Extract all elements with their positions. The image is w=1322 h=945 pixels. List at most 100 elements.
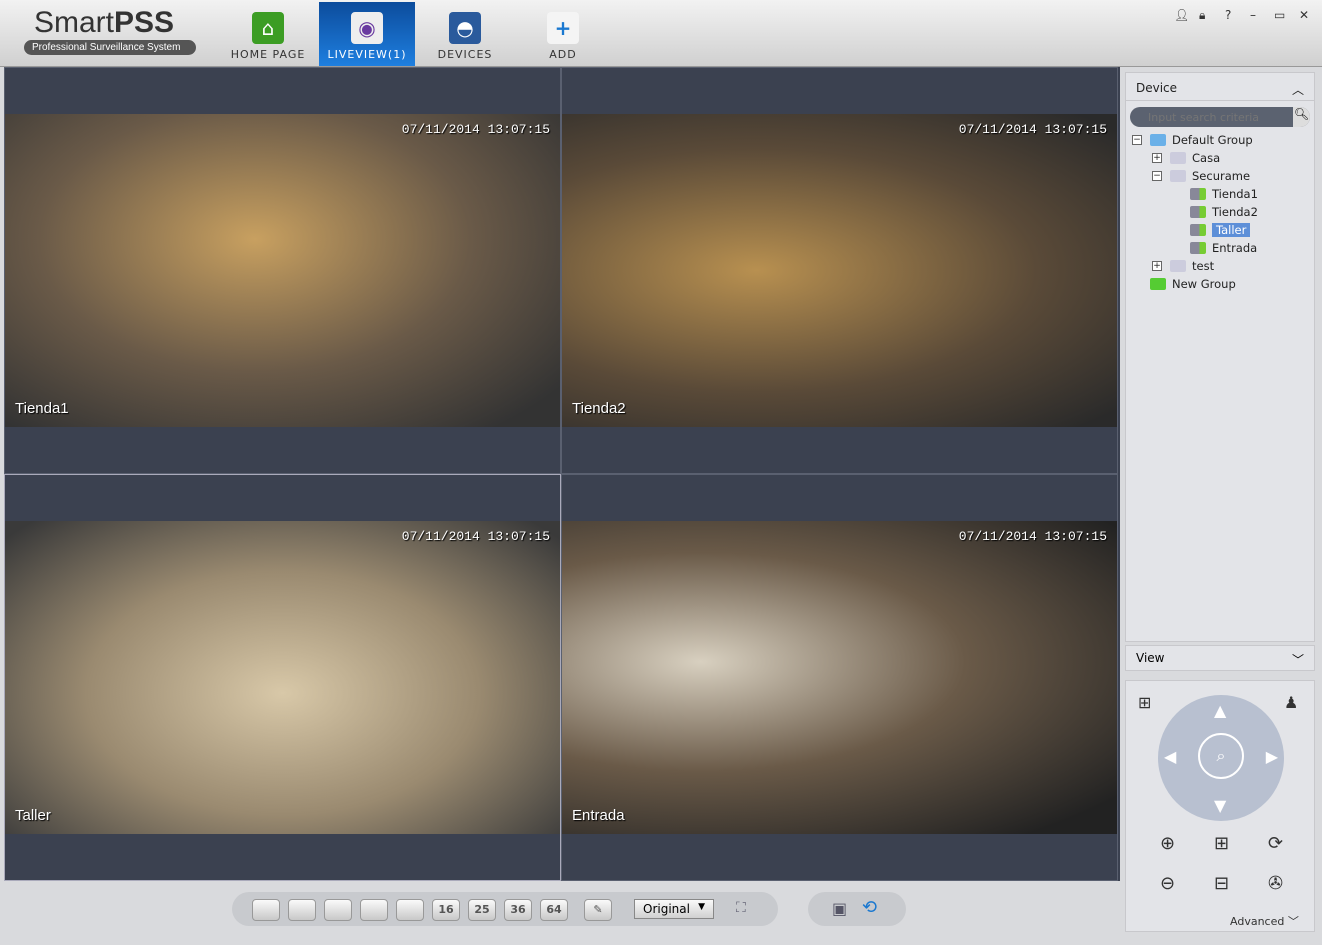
- device-tree: − Default Group + Casa − Securame Tienda1 T…: [1126, 131, 1314, 293]
- video-tile[interactable]: 07/11/2014 13:07:15 Entrada: [561, 474, 1118, 881]
- camera-feed: 07/11/2014 13:07:15 Taller: [5, 521, 560, 834]
- focus-far-icon[interactable]: ⊟: [1214, 873, 1229, 894]
- lock-icon[interactable]: 🔒︎: [1199, 8, 1205, 23]
- fullscreen-icon[interactable]: ⛶: [736, 900, 746, 916]
- camera-feed: 07/11/2014 13:07:15 Entrada: [562, 521, 1117, 834]
- layout-8-button[interactable]: [360, 899, 388, 921]
- folder-icon: [1150, 134, 1166, 146]
- layout-9-button[interactable]: [396, 899, 424, 921]
- arrow-left-icon[interactable]: ◀: [1164, 747, 1176, 766]
- search-icon[interactable]: 🔍︎: [1293, 107, 1310, 127]
- camera-icon: [1190, 242, 1206, 254]
- timestamp: 07/11/2014 13:07:15: [958, 122, 1107, 137]
- tree-item[interactable]: New Group: [1132, 275, 1314, 293]
- tree-label: Securame: [1192, 169, 1251, 183]
- stream-select[interactable]: Original ▼: [634, 899, 714, 919]
- layout-4-button[interactable]: [288, 899, 316, 921]
- person-icon[interactable]: ♟: [1284, 693, 1298, 712]
- tree-item[interactable]: − Securame: [1132, 167, 1314, 185]
- camera-icon: [1190, 206, 1206, 218]
- ptz-direction-wheel[interactable]: ▲ ▼ ◀ ▶ ⌕: [1158, 695, 1284, 821]
- maximize-icon[interactable]: ▭: [1274, 8, 1285, 22]
- advanced-label: Advanced: [1230, 915, 1285, 928]
- camera-icon: ◉: [351, 12, 383, 44]
- video-grid: 07/11/2014 13:07:15 Tienda1 07/11/2014 13…: [4, 67, 1120, 881]
- help-icon[interactable]: ?: [1225, 8, 1231, 22]
- video-tile[interactable]: 07/11/2014 13:07:15 Tienda1: [4, 67, 561, 474]
- channel-name: Tienda1: [15, 400, 69, 417]
- nav-add[interactable]: + ADD: [515, 2, 611, 66]
- channel-name: Taller: [15, 807, 51, 824]
- layout-36-button[interactable]: 36: [504, 899, 532, 921]
- tree-item[interactable]: Tienda1: [1132, 185, 1314, 203]
- tree-item[interactable]: + Casa: [1132, 149, 1314, 167]
- video-tile[interactable]: 07/11/2014 13:07:15 Tienda2: [561, 67, 1118, 474]
- device-icon: [1170, 170, 1186, 182]
- tree-label: Casa: [1192, 151, 1221, 165]
- custom-layout-icon[interactable]: ✎: [584, 899, 612, 921]
- layout-switch-icon[interactable]: ⊞: [1138, 693, 1151, 712]
- nav-devices[interactable]: ◓ DEVICES: [417, 2, 513, 66]
- nav-liveview[interactable]: ◉ LIVEVIEW(1): [319, 2, 415, 66]
- save-icon[interactable]: ▣: [832, 899, 847, 918]
- zoom-in-icon[interactable]: ⊕: [1160, 833, 1175, 854]
- tour-icon[interactable]: ⟲: [862, 897, 877, 918]
- user-icon[interactable]: 👤︎: [1174, 8, 1189, 22]
- chevron-up-icon[interactable]: ︿: [1292, 81, 1304, 97]
- collapse-icon[interactable]: −: [1132, 135, 1142, 145]
- layout-toolbar: 16 25 36 64 ✎ Original ▼ ⛶: [232, 892, 778, 926]
- tree-label: Default Group: [1172, 133, 1253, 147]
- focus-near-icon[interactable]: ⊞: [1214, 833, 1229, 854]
- iris-open-icon[interactable]: ⟳: [1268, 833, 1283, 854]
- timestamp: 07/11/2014 13:07:15: [401, 122, 550, 137]
- layout-25-button[interactable]: 25: [468, 899, 496, 921]
- tree-label: Tienda2: [1212, 205, 1258, 219]
- close-icon[interactable]: ✕: [1299, 8, 1309, 22]
- chevron-down-icon[interactable]: ﹀: [1292, 651, 1304, 667]
- arrow-up-icon[interactable]: ▲: [1214, 701, 1226, 720]
- layout-64-button[interactable]: 64: [540, 899, 568, 921]
- arrow-right-icon[interactable]: ▶: [1266, 747, 1278, 766]
- layout-16-button[interactable]: 16: [432, 899, 460, 921]
- channel-name: Tienda2: [572, 400, 626, 417]
- logo: SmartPSS Professional Surveillance Syste…: [24, 6, 196, 55]
- nav-label: LIVEVIEW(1): [327, 48, 407, 61]
- iris-close-icon[interactable]: ✇: [1268, 873, 1283, 894]
- layout-6-button[interactable]: [324, 899, 352, 921]
- tree-item[interactable]: Tienda2: [1132, 203, 1314, 221]
- zoom-out-icon[interactable]: ⊖: [1160, 873, 1175, 894]
- device-panel-header[interactable]: Device ︿: [1126, 73, 1314, 101]
- logo-text-bold: PSS: [114, 6, 175, 39]
- dropdown-arrow-icon: ▼: [698, 902, 705, 912]
- collapse-icon[interactable]: −: [1152, 171, 1162, 181]
- expand-icon[interactable]: +: [1152, 261, 1162, 271]
- arrow-down-icon[interactable]: ▼: [1214, 796, 1226, 815]
- expand-icon[interactable]: +: [1152, 153, 1162, 163]
- timestamp: 07/11/2014 13:07:15: [401, 529, 550, 544]
- minimize-icon[interactable]: –: [1250, 8, 1256, 22]
- view-panel-header[interactable]: View ﹀: [1125, 645, 1315, 671]
- tree-label: Tienda1: [1212, 187, 1258, 201]
- nav-home-page[interactable]: ⌂ HOME PAGE: [220, 2, 316, 66]
- new-group-icon: [1150, 278, 1166, 290]
- home-icon: ⌂: [252, 12, 284, 44]
- advanced-link[interactable]: Advanced ﹀: [1230, 913, 1299, 929]
- camera-icon: [1190, 188, 1206, 200]
- logo-text: Smart: [34, 6, 115, 39]
- tree-item[interactable]: − Default Group: [1132, 131, 1314, 149]
- timestamp: 07/11/2014 13:07:15: [958, 529, 1107, 544]
- tree-item[interactable]: + test: [1132, 257, 1314, 275]
- nav-label: DEVICES: [437, 48, 493, 61]
- search-input[interactable]: [1130, 107, 1293, 127]
- tree-label: New Group: [1172, 277, 1236, 291]
- layout-1-button[interactable]: [252, 899, 280, 921]
- panel-title: View: [1136, 651, 1165, 665]
- tree-item[interactable]: Entrada: [1132, 239, 1314, 257]
- save-toolbar: ▣ ⟲: [808, 892, 906, 926]
- zoom-area-icon[interactable]: ⌕: [1198, 733, 1244, 779]
- title-bar: SmartPSS Professional Surveillance Syste…: [0, 0, 1322, 67]
- camera-icon: [1190, 224, 1206, 236]
- search-box: 🔍︎: [1130, 107, 1310, 127]
- tree-item[interactable]: Taller: [1132, 221, 1314, 239]
- video-tile[interactable]: 07/11/2014 13:07:15 Taller: [4, 474, 561, 881]
